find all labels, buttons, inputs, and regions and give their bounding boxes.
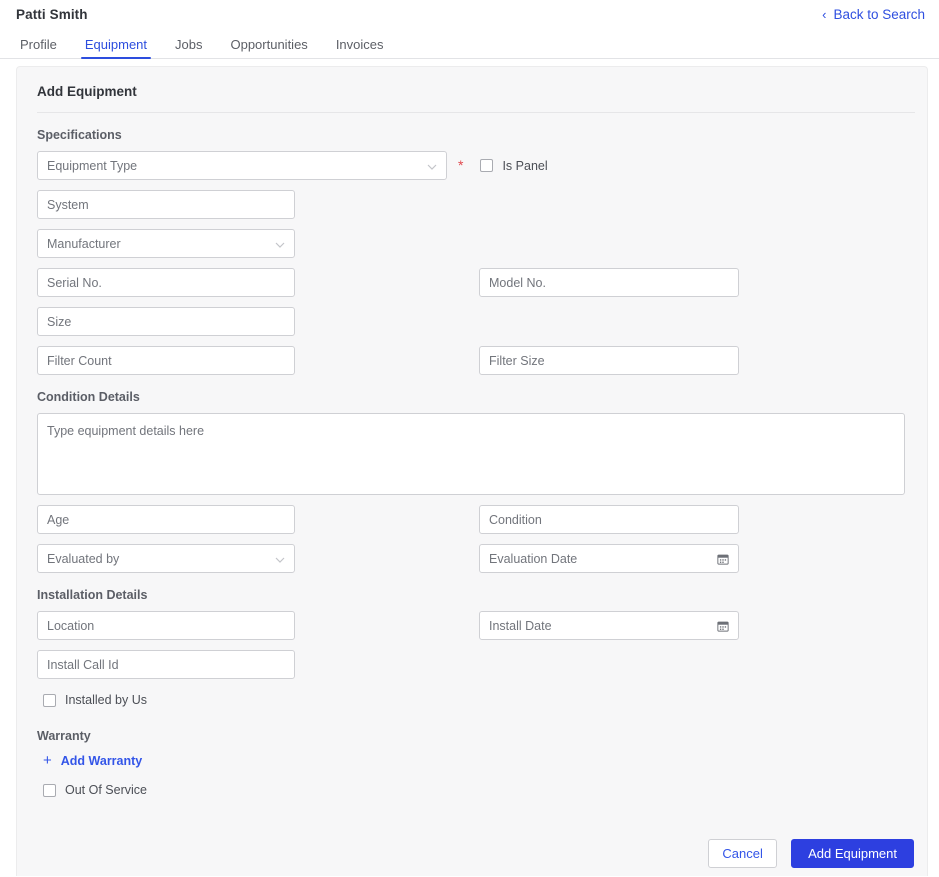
tab-equipment[interactable]: Equipment — [71, 37, 161, 59]
form-footer: Cancel Add Equipment — [17, 830, 927, 876]
row-equipment-type: Equipment Type * Is Panel — [37, 151, 907, 180]
tab-jobs[interactable]: Jobs — [161, 38, 216, 58]
install-call-id-placeholder: Install Call Id — [47, 657, 119, 672]
evaluated-by-placeholder: Evaluated by — [47, 551, 120, 566]
chevron-down-icon — [427, 162, 437, 170]
size-input[interactable]: Size — [37, 307, 295, 336]
size-placeholder: Size — [47, 314, 72, 329]
system-placeholder: System — [47, 197, 89, 212]
location-placeholder: Location — [47, 618, 95, 633]
out-of-service-checkbox-box[interactable] — [43, 783, 56, 797]
panel-title: Add Equipment — [37, 84, 137, 99]
row-serial-model: Serial No. Model No. — [37, 268, 907, 297]
is-panel-checkbox[interactable]: Is Panel — [480, 151, 548, 180]
required-asterisk: * — [458, 157, 464, 173]
calendar-icon[interactable] — [717, 620, 729, 632]
age-placeholder: Age — [47, 512, 70, 527]
is-panel-checkbox-box[interactable] — [480, 159, 494, 172]
back-to-search-label: Back to Search — [833, 6, 925, 22]
manufacturer-select[interactable]: Manufacturer — [37, 229, 295, 258]
out-of-service-checkbox[interactable]: Out Of Service — [43, 783, 907, 797]
row-manufacturer: Manufacturer — [37, 229, 907, 258]
condition-input[interactable]: Condition — [479, 505, 739, 534]
model-no-input[interactable]: Model No. — [479, 268, 739, 297]
model-no-placeholder: Model No. — [489, 275, 546, 290]
installed-by-us-label: Installed by Us — [65, 693, 147, 707]
section-title-specifications: Specifications — [37, 128, 122, 142]
tab-opportunities[interactable]: Opportunities — [216, 38, 321, 58]
calendar-icon[interactable] — [717, 553, 729, 565]
cancel-button[interactable]: Cancel — [708, 838, 778, 868]
tab-equipment-label: Equipment — [84, 37, 148, 52]
tab-bar: Profile Equipment Jobs Opportunities Inv… — [0, 28, 939, 59]
chevron-left-icon: ‹ — [822, 6, 827, 22]
serial-no-input[interactable]: Serial No. — [37, 268, 295, 297]
row-system: System — [37, 190, 907, 219]
install-date-input[interactable]: Install Date — [479, 611, 739, 640]
contact-name: Patti Smith — [16, 6, 88, 22]
section-title-warranty: Warranty — [37, 729, 91, 743]
filter-size-placeholder: Filter Size — [489, 353, 545, 368]
row-size: Size — [37, 307, 907, 336]
add-equipment-submit-button[interactable]: Add Equipment — [791, 838, 914, 868]
page-header: Patti Smith ‹ Back to Search — [0, 0, 939, 28]
row-evaluated: Evaluated by Evaluation Date — [37, 544, 907, 573]
form-body: Specifications Equipment Type * Is Panel… — [17, 128, 927, 797]
chevron-down-icon — [275, 555, 285, 563]
add-warranty-label: Add Warranty — [60, 753, 143, 768]
add-equipment-panel: Add Equipment Specifications Equipment T… — [16, 66, 928, 876]
filter-count-placeholder: Filter Count — [47, 353, 112, 368]
tab-profile-label: Profile — [20, 37, 57, 52]
equipment-type-select[interactable]: Equipment Type — [37, 151, 447, 180]
equipment-type-placeholder: Equipment Type — [47, 158, 138, 173]
system-input[interactable]: System — [37, 190, 295, 219]
tab-invoices[interactable]: Invoices — [322, 38, 398, 58]
back-to-search-link[interactable]: ‹ Back to Search — [822, 7, 925, 22]
install-date-placeholder: Install Date — [489, 618, 552, 633]
manufacturer-placeholder: Manufacturer — [47, 236, 121, 251]
is-panel-label: Is Panel — [502, 158, 548, 173]
age-input[interactable]: Age — [37, 505, 295, 534]
row-age-condition: Age Condition — [37, 505, 907, 534]
filter-size-input[interactable]: Filter Size — [479, 346, 739, 375]
installed-by-us-checkbox-box[interactable] — [43, 693, 56, 707]
evaluated-by-select[interactable]: Evaluated by — [37, 544, 295, 573]
condition-details-textarea[interactable]: Type equipment details here — [37, 413, 905, 495]
out-of-service-label: Out Of Service — [65, 783, 147, 797]
add-warranty-button[interactable]: + Add Warranty — [43, 753, 142, 768]
evaluation-date-placeholder: Evaluation Date — [489, 551, 578, 566]
row-location-installdate: Location Install Date — [37, 611, 907, 640]
tab-invoices-label: Invoices — [335, 37, 384, 52]
filter-count-input[interactable]: Filter Count — [37, 346, 295, 375]
panel-header-divider — [37, 112, 915, 113]
location-input[interactable]: Location — [37, 611, 295, 640]
panel-container: Add Equipment Specifications Equipment T… — [0, 59, 939, 876]
row-filter: Filter Count Filter Size — [37, 346, 907, 375]
tab-profile[interactable]: Profile — [16, 38, 71, 58]
condition-placeholder: Condition — [489, 512, 542, 527]
condition-details-placeholder: Type equipment details here — [47, 424, 205, 438]
tab-opportunities-label: Opportunities — [230, 37, 308, 52]
section-title-installation-details: Installation Details — [37, 588, 148, 602]
serial-no-placeholder: Serial No. — [47, 275, 102, 290]
install-call-id-input[interactable]: Install Call Id — [37, 650, 295, 679]
installed-by-us-checkbox[interactable]: Installed by Us — [43, 693, 907, 707]
tab-jobs-label: Jobs — [175, 37, 203, 52]
section-title-condition-details: Condition Details — [37, 390, 140, 404]
chevron-down-icon — [275, 240, 285, 248]
evaluation-date-input[interactable]: Evaluation Date — [479, 544, 739, 573]
plus-icon: + — [43, 752, 52, 769]
row-install-call-id: Install Call Id — [37, 650, 907, 679]
